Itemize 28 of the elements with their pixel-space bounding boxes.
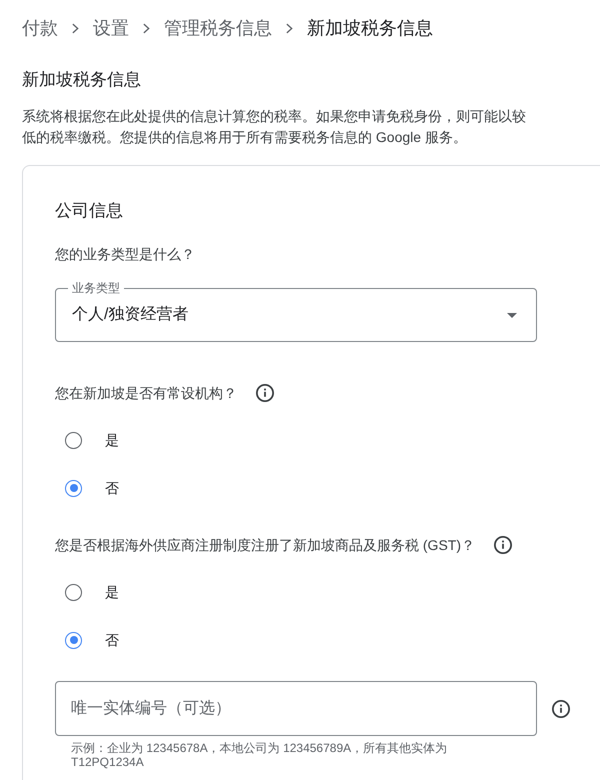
description-text: 系统将根据您在此处提供的信息计算您的税率。如果您申请免税身份，则可能以较低的税率缴税。您提供的信息将用于所有需要税务信息的 Google 服务。 [22, 107, 527, 147]
question-text: 您的业务类型是什么？ [55, 245, 195, 264]
info-icon[interactable] [256, 384, 274, 402]
entity-number-field[interactable]: 唯一实体编号（可选） [55, 681, 537, 736]
chevron-right-icon [72, 22, 79, 34]
info-icon[interactable] [494, 536, 512, 554]
option-label: 是 [105, 431, 119, 450]
question-text: 您在新加坡是否有常设机构？ [55, 384, 237, 403]
radio-button[interactable] [65, 480, 82, 496]
option-label: 否 [105, 479, 119, 498]
question-text: 您是否根据海外供应商注册制度注册了新加坡商品及服务税 (GST)？ [55, 536, 475, 555]
breadcrumb-current: 新加坡税务信息 [307, 17, 433, 40]
business-type-select[interactable]: 业务类型 个人/独资经营者 [55, 282, 537, 342]
chevron-right-icon [143, 22, 150, 34]
breadcrumb-link[interactable]: 管理税务信息 [164, 16, 272, 40]
info-icon[interactable] [552, 700, 570, 718]
option-label: 是 [105, 583, 119, 602]
chevron-right-icon [286, 22, 293, 34]
breadcrumb-link[interactable]: 付款 [22, 16, 58, 40]
helper-text: 示例：企业为 12345678A，本地公司为 123456789A，所有其他实体为 T12PQ1234A [71, 741, 448, 769]
breadcrumb-link[interactable]: 设置 [93, 16, 129, 40]
page-title: 新加坡税务信息 [22, 70, 141, 90]
caret-down-icon [507, 312, 517, 318]
card-title: 公司信息 [55, 201, 123, 221]
radio-button[interactable] [65, 584, 82, 600]
radio-button[interactable] [65, 632, 82, 648]
option-label: 否 [105, 631, 119, 650]
radio-button[interactable] [65, 432, 82, 448]
